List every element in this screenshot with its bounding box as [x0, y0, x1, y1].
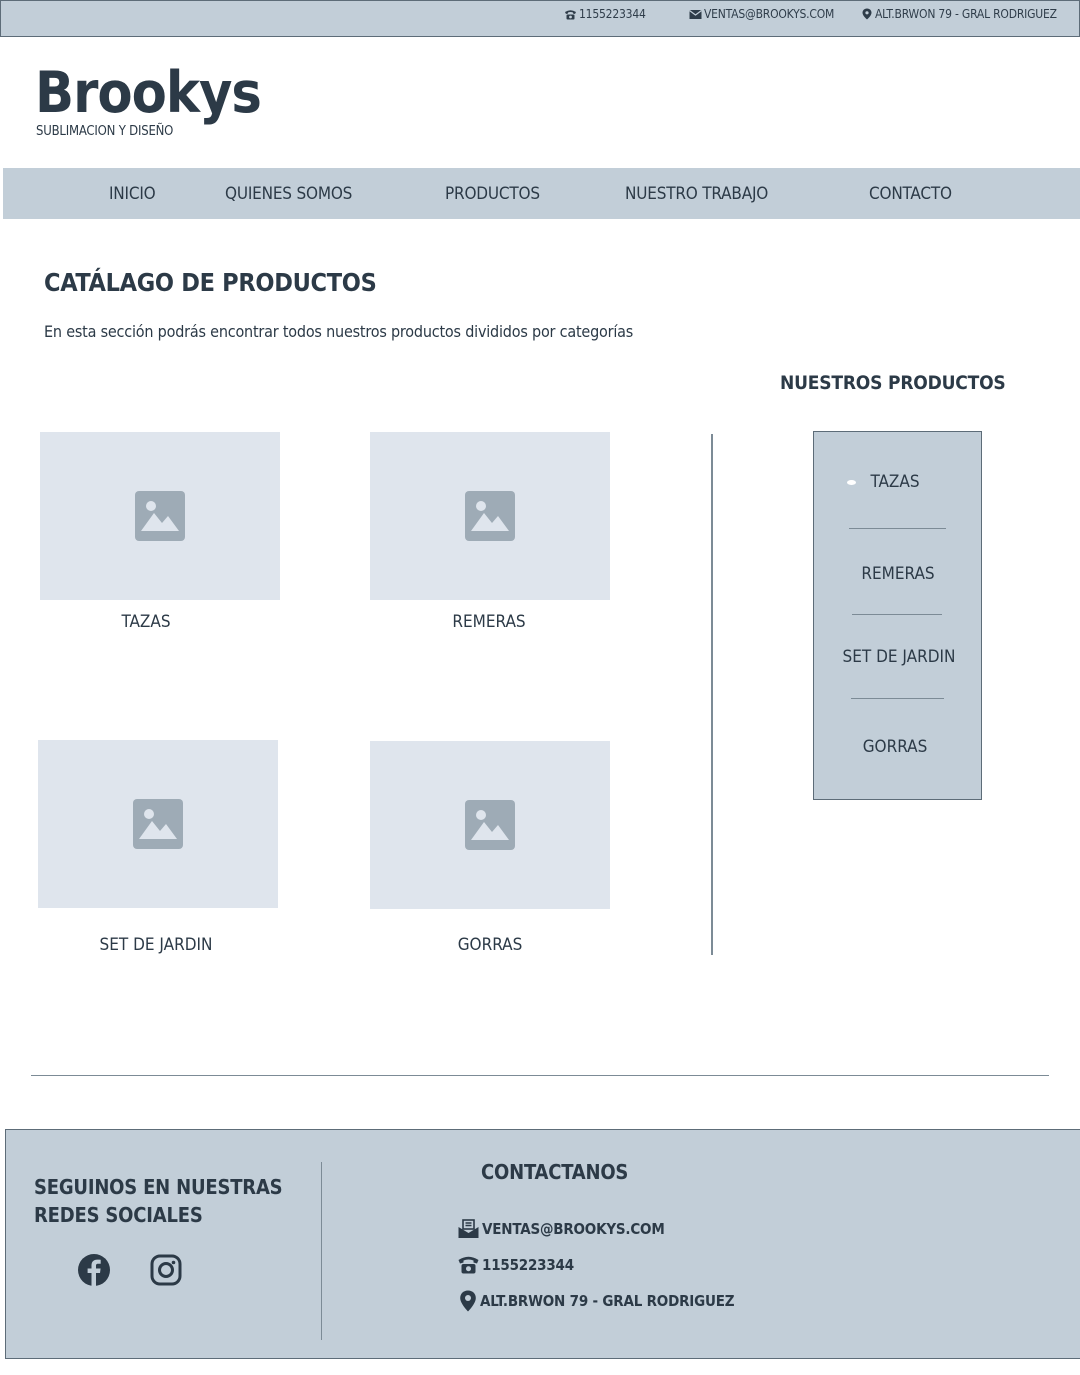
topbar-phone-text: 1155223344: [579, 7, 646, 21]
tagline: SUBLIMACION Y DISEÑO: [36, 124, 174, 139]
product-label-gorras[interactable]: GORRAS: [458, 935, 523, 955]
sidebar-item-set-de-jardin[interactable]: SET DE JARDIN: [843, 647, 956, 667]
sidebar-divider: [852, 614, 942, 615]
nav-item-contacto[interactable]: CONTACTO: [869, 184, 952, 204]
facebook-icon[interactable]: [78, 1254, 110, 1286]
mail-icon: [458, 1219, 479, 1238]
nav-item-nuestro-trabajo[interactable]: NUESTRO TRABAJO: [625, 184, 768, 204]
footer-address-text: ALT.BRWON 79 - GRAL RODRIGUEZ: [480, 1292, 735, 1310]
product-image-tazas[interactable]: [40, 432, 280, 600]
sidebar-title: NUESTROS PRODUCTOS: [780, 372, 1006, 394]
topbar-address[interactable]: ALT.BRWON 79 - GRAL RODRIGUEZ: [861, 7, 1057, 21]
phone-icon: [565, 9, 576, 19]
topbar-address-text: ALT.BRWON 79 - GRAL RODRIGUEZ: [875, 7, 1057, 21]
product-image-remeras[interactable]: [370, 432, 610, 600]
sidebar-item-remeras[interactable]: REMERAS: [861, 564, 934, 584]
footer-contact-title: CONTACTANOS: [481, 1160, 629, 1184]
content-divider: [711, 434, 713, 955]
nav-item-inicio[interactable]: INICIO: [109, 184, 156, 204]
footer-social-title: SEGUINOS EN NUESTRAS REDES SOCIALES: [34, 1173, 283, 1229]
product-image-set-de-jardin[interactable]: [38, 740, 278, 908]
footer-phone[interactable]: 1155223344: [458, 1255, 574, 1274]
footer-address[interactable]: ALT.BRWON 79 - GRAL RODRIGUEZ: [459, 1290, 735, 1312]
sidebar-item-tazas[interactable]: TAZAS: [870, 472, 919, 492]
active-bullet-icon: [847, 480, 856, 485]
image-placeholder-icon: [465, 800, 515, 850]
footer-phone-text: 1155223344: [482, 1255, 574, 1274]
top-contact-bar: 1155223344 VENTAS@BROOKYS.COM ALT.BRWON …: [0, 0, 1080, 37]
phone-icon: [458, 1256, 479, 1274]
location-pin-icon: [862, 8, 872, 20]
footer-social-title-line1: SEGUINOS EN NUESTRAS: [34, 1175, 283, 1199]
topbar-email-text: VENTAS@BROOKYS.COM: [704, 7, 835, 21]
page-title: CATÁLAGO DE PRODUCTOS: [44, 268, 377, 297]
product-label-set-de-jardin[interactable]: SET DE JARDIN: [100, 935, 213, 955]
image-placeholder-icon: [133, 799, 183, 849]
footer-social-title-line2: REDES SOCIALES: [34, 1203, 203, 1227]
image-placeholder-icon: [135, 491, 185, 541]
image-placeholder-icon: [465, 491, 515, 541]
sidebar-menu: TAZAS REMERAS SET DE JARDIN GORRAS: [813, 431, 982, 800]
footer-divider: [321, 1162, 322, 1340]
nav-item-productos[interactable]: PRODUCTOS: [445, 184, 540, 204]
location-pin-icon: [460, 1290, 476, 1312]
footer-email-text: VENTAS@BROOKYS.COM: [482, 1220, 665, 1238]
topbar-email[interactable]: VENTAS@BROOKYS.COM: [689, 7, 834, 21]
sidebar-item-gorras[interactable]: GORRAS: [863, 737, 928, 757]
mail-icon: [689, 9, 702, 19]
topbar-phone[interactable]: 1155223344: [564, 7, 646, 21]
sidebar-divider: [849, 528, 946, 529]
product-label-remeras[interactable]: REMERAS: [452, 612, 525, 632]
sidebar-divider: [851, 698, 944, 699]
footer-email[interactable]: VENTAS@BROOKYS.COM: [458, 1219, 665, 1239]
instagram-icon[interactable]: [150, 1254, 182, 1286]
product-label-tazas[interactable]: TAZAS: [121, 612, 170, 632]
main-navigation: INICIO QUIENES SOMOS PRODUCTOS NUESTRO T…: [3, 168, 1080, 219]
product-image-gorras[interactable]: [370, 741, 610, 909]
nav-item-quienes-somos[interactable]: QUIENES SOMOS: [225, 184, 352, 204]
intro-text: En esta sección podrás encontrar todos n…: [44, 322, 634, 341]
footer-separator: [31, 1075, 1049, 1076]
logo[interactable]: Brookys: [35, 58, 262, 128]
